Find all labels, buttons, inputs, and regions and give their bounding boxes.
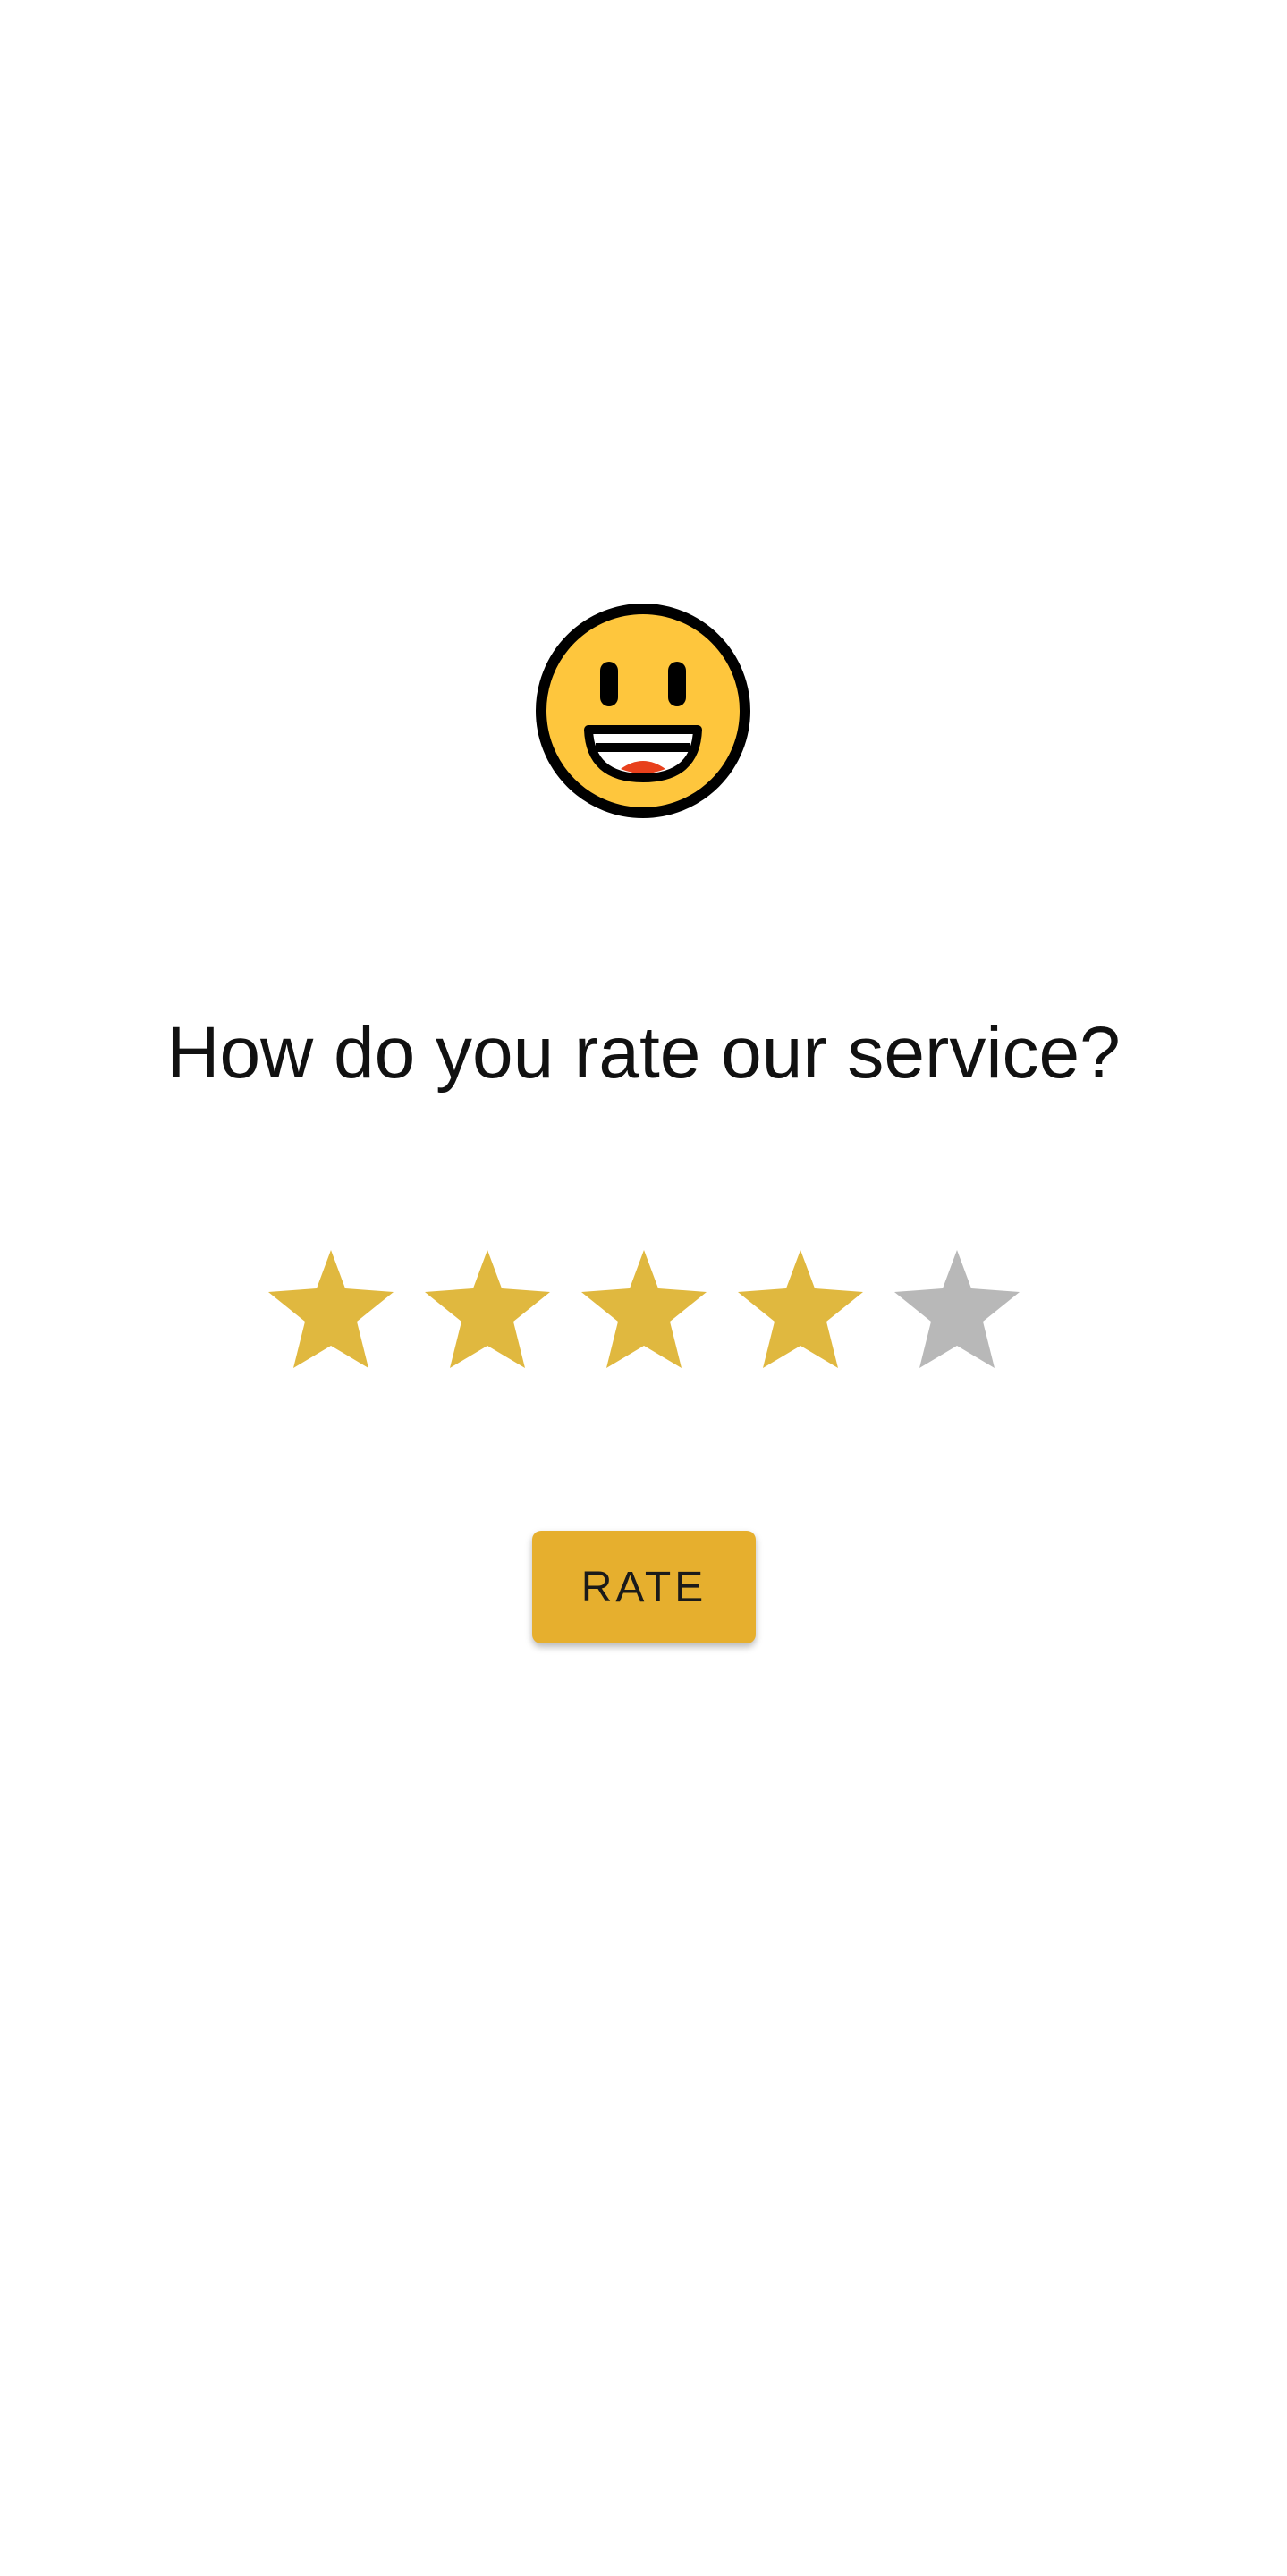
star-5-icon[interactable]: [893, 1246, 1021, 1375]
star-3-icon[interactable]: [580, 1246, 708, 1375]
page-question: How do you rate our service?: [166, 1012, 1121, 1094]
rate-button[interactable]: RATE: [532, 1531, 756, 1643]
star-rating[interactable]: [0, 1246, 1287, 1375]
star-1-icon[interactable]: [267, 1246, 395, 1375]
star-2-icon[interactable]: [423, 1246, 552, 1375]
grinning-face-icon: [535, 603, 751, 819]
star-4-icon[interactable]: [736, 1246, 865, 1375]
